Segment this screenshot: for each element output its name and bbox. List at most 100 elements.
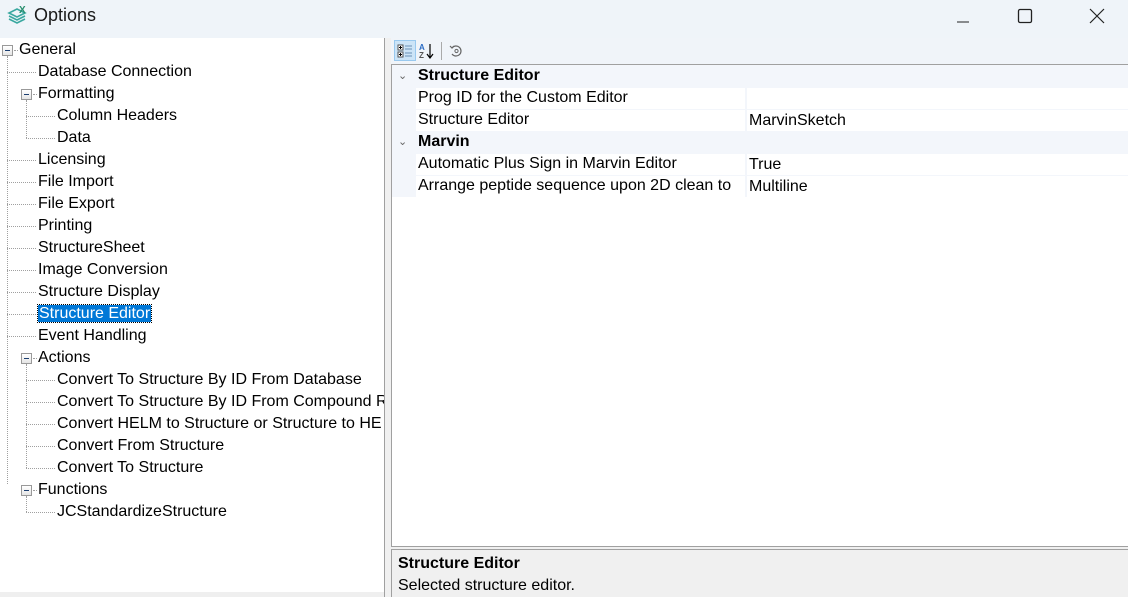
tree-node[interactable]: Database Connection: [38, 61, 192, 83]
property-name: Automatic Plus Sign in Marvin Editor: [416, 154, 745, 175]
reset-button[interactable]: [445, 40, 467, 61]
collapse-icon[interactable]: [2, 45, 13, 56]
options-tree[interactable]: General Database Connection Formatting Colu…: [0, 38, 384, 592]
tree-connector: [26, 138, 55, 139]
tree-node-label: Convert To Structure By ID From Database: [57, 371, 362, 388]
categorized-icon: [397, 44, 412, 57]
tree-node[interactable]: JCStandardizeStructure: [57, 501, 227, 523]
categorized-button[interactable]: [394, 40, 416, 61]
tree-node-label: Convert HELM to Structure or Structure t…: [57, 415, 382, 432]
tree-connector: [7, 314, 36, 315]
tree-connector: [26, 116, 55, 117]
tree-connector: [33, 94, 37, 95]
tree-node-label: Column Headers: [57, 107, 178, 124]
tree-connector: [26, 496, 27, 512]
property-value[interactable]: [747, 88, 1128, 109]
tree-node-label: Functions: [38, 481, 108, 498]
tree-node-label: Convert From Structure: [57, 437, 225, 454]
tree-node[interactable]: General: [19, 39, 76, 61]
tree-node-label: File Import: [38, 173, 114, 190]
tree-connector: [7, 182, 36, 183]
property-row[interactable]: Structure Editor MarvinSketch: [392, 109, 1128, 131]
title-bar: X Options: [0, 0, 1128, 36]
splitter[interactable]: [384, 38, 391, 597]
property-name: Prog ID for the Custom Editor: [416, 88, 745, 109]
tree-connector: [7, 270, 36, 271]
reset-icon: [449, 44, 462, 57]
collapse-icon[interactable]: [21, 353, 32, 364]
tree-connector: [7, 56, 8, 484]
tree-node-label: Structure Display: [38, 283, 160, 300]
tree-node[interactable]: Formatting: [38, 83, 114, 105]
collapse-icon[interactable]: [21, 89, 32, 100]
tree-node[interactable]: Convert To Structure: [57, 457, 203, 479]
tree-connector: [26, 468, 55, 469]
tree-node[interactable]: Image Conversion: [38, 259, 168, 281]
close-button[interactable]: [1066, 0, 1128, 32]
tree-node[interactable]: Convert To Structure By ID From Compound…: [57, 391, 384, 413]
tree-node-label: Structure Editor: [36, 304, 153, 323]
tree-node[interactable]: Printing: [38, 215, 92, 237]
tree-connector: [26, 512, 55, 513]
chevron-down-icon[interactable]: ⌄: [398, 131, 408, 153]
tree-node-label: StructureSheet: [38, 239, 145, 256]
chevron-down-icon[interactable]: ⌄: [398, 65, 408, 87]
property-toolbar: A Z: [391, 38, 1128, 64]
help-pane: Structure Editor Selected structure edit…: [391, 549, 1128, 597]
property-row[interactable]: Automatic Plus Sign in Marvin Editor Tru…: [392, 153, 1128, 175]
tree-node-label: Convert To Structure By ID From Compound…: [57, 393, 384, 410]
category-marvin[interactable]: ⌄ Marvin: [392, 131, 1128, 153]
tree-node[interactable]: Data: [57, 127, 91, 149]
tree-connector: [26, 402, 55, 403]
tree-connector: [7, 226, 36, 227]
tree-node[interactable]: Structure Editor: [36, 303, 153, 325]
category-structure-editor[interactable]: ⌄ Structure Editor: [392, 65, 1128, 87]
collapse-icon[interactable]: [21, 485, 32, 496]
property-panel: A Z ⌄ Structure Editor Prog ID for the C…: [391, 38, 1128, 597]
property-value[interactable]: MarvinSketch: [747, 110, 1128, 131]
tree-node[interactable]: Actions: [38, 347, 90, 369]
tree-node-label: Licensing: [38, 151, 106, 168]
tree-node-label: Image Conversion: [38, 261, 168, 278]
tree-node[interactable]: Functions: [38, 479, 107, 501]
help-description: Selected structure editor.: [398, 577, 575, 594]
svg-text:X: X: [19, 5, 26, 16]
property-name: Arrange peptide sequence upon 2D clean t…: [416, 176, 745, 197]
maximize-icon: [1017, 8, 1033, 24]
tree-node-label: Database Connection: [38, 63, 192, 80]
property-value[interactable]: Multiline: [747, 176, 1128, 197]
tree-connector: [33, 358, 37, 359]
tree-node[interactable]: Column Headers: [57, 105, 177, 127]
tree-node-label: General: [19, 41, 76, 58]
close-icon: [1089, 8, 1105, 24]
tree-node[interactable]: Convert HELM to Structure or Structure t…: [57, 413, 382, 435]
tree-node-label: Convert To Structure: [57, 459, 204, 476]
tree-node[interactable]: File Import: [38, 171, 114, 193]
property-value[interactable]: True: [747, 154, 1128, 175]
minimize-icon: [957, 21, 969, 23]
tree-connector: [7, 292, 36, 293]
property-name: Structure Editor: [416, 110, 745, 131]
tree-node-label: Event Handling: [38, 327, 147, 344]
tree-node[interactable]: Event Handling: [38, 325, 147, 347]
tree-node[interactable]: File Export: [38, 193, 114, 215]
alphabetical-button[interactable]: A Z: [416, 40, 438, 61]
tree-connector: [33, 490, 37, 491]
tree-node-label: Actions: [38, 349, 91, 366]
sort-az-icon: A Z: [419, 43, 434, 60]
tree-connector: [26, 100, 27, 138]
tree-node[interactable]: Convert From Structure: [57, 435, 224, 457]
minimize-button[interactable]: [932, 0, 994, 32]
window-title: Options: [34, 5, 97, 25]
property-row[interactable]: Prog ID for the Custom Editor: [392, 87, 1128, 109]
tree-node[interactable]: Structure Display: [38, 281, 160, 303]
tree-node-label: File Export: [38, 195, 115, 212]
tree-connector: [26, 380, 55, 381]
tree-node[interactable]: StructureSheet: [38, 237, 145, 259]
svg-text:Z: Z: [419, 51, 424, 60]
tree-connector: [7, 204, 36, 205]
property-row[interactable]: Arrange peptide sequence upon 2D clean t…: [392, 175, 1128, 197]
tree-node[interactable]: Convert To Structure By ID From Database: [57, 369, 362, 391]
tree-node[interactable]: Licensing: [38, 149, 106, 171]
maximize-button[interactable]: [994, 0, 1056, 32]
